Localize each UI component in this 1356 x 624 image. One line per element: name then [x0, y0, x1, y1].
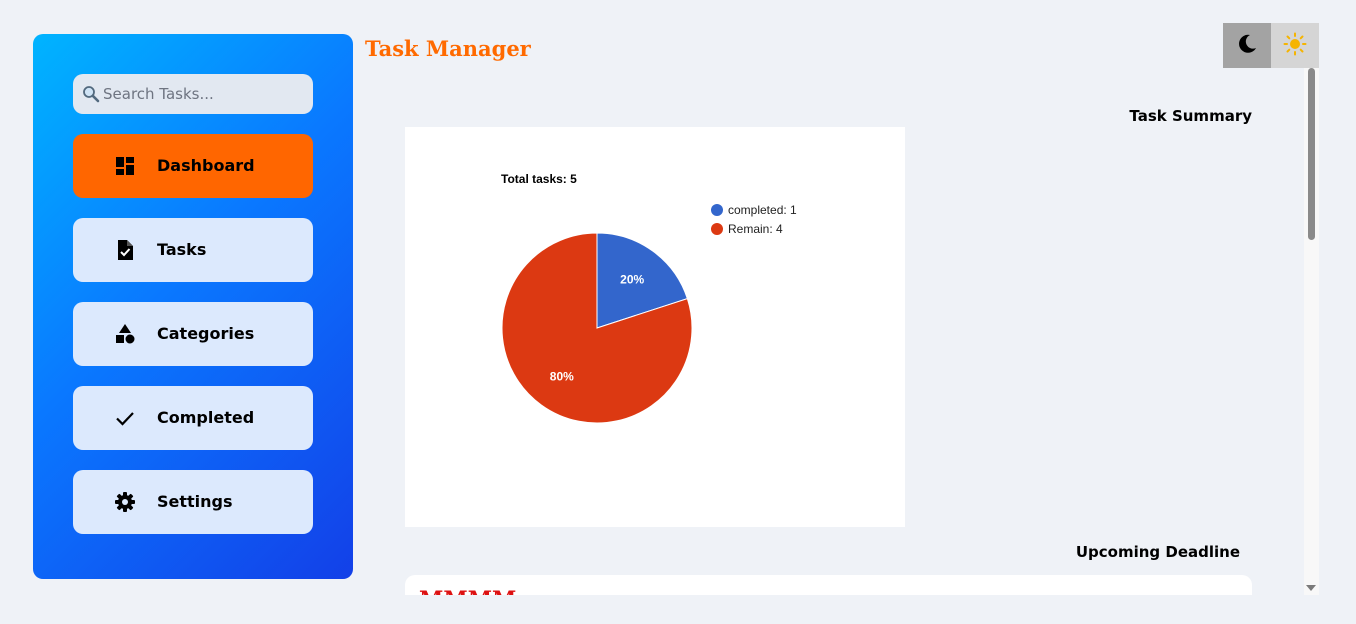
sidebar-item-completed[interactable]: Completed — [73, 386, 313, 450]
light-mode-button[interactable] — [1271, 23, 1319, 68]
dark-mode-button[interactable] — [1223, 23, 1271, 68]
page-title: Task Manager — [365, 36, 531, 61]
legend-label-0: completed: 1 — [728, 203, 797, 217]
pie-slice-label-0: 20% — [620, 273, 644, 287]
task-summary-heading: Task Summary — [1129, 107, 1252, 125]
task-file-icon — [114, 239, 136, 261]
upcoming-deadline-heading: Upcoming Deadline — [1075, 543, 1240, 561]
sidebar-item-tasks[interactable]: Tasks — [73, 218, 313, 282]
search-box — [73, 74, 313, 114]
sidebar-item-label: Dashboard — [157, 156, 255, 175]
legend-marker-1 — [711, 223, 723, 235]
sidebar: Dashboard Tasks Categories Compl — [33, 34, 353, 579]
gear-icon — [114, 491, 136, 513]
viewport-bottom — [0, 595, 1304, 624]
shapes-icon — [114, 323, 136, 345]
sidebar-item-label: Categories — [157, 324, 255, 343]
dashboard-icon — [114, 155, 136, 177]
search-icon — [81, 84, 101, 104]
scroll-down-arrow[interactable] — [1306, 585, 1316, 591]
moon-icon — [1236, 33, 1258, 59]
task-summary-chart: Total tasks: 5 20% completed: 1 80% Remain: … — [405, 127, 905, 527]
sidebar-item-categories[interactable]: Categories — [73, 302, 313, 366]
sidebar-item-label: Completed — [157, 408, 255, 427]
sun-icon — [1283, 32, 1307, 60]
scrollbar[interactable] — [1304, 68, 1319, 595]
sidebar-item-label: Tasks — [157, 240, 207, 259]
legend-marker-0 — [711, 204, 723, 216]
legend-label-1: Remain: 4 — [728, 222, 783, 236]
sidebar-item-settings[interactable]: Settings — [73, 470, 313, 534]
theme-toggle — [1223, 23, 1319, 68]
sidebar-item-dashboard[interactable]: Dashboard — [73, 134, 313, 198]
sidebar-item-label: Settings — [157, 492, 233, 511]
pie-chart: Total tasks: 5 20% completed: 1 80% Remain: … — [501, 172, 797, 424]
search-input[interactable] — [101, 85, 303, 103]
scrollbar-thumb[interactable] — [1308, 68, 1315, 240]
chart-title: Total tasks: 5 — [501, 172, 577, 186]
checkmark-icon — [114, 407, 136, 429]
pie-slice-label-1: 80% — [550, 369, 574, 383]
